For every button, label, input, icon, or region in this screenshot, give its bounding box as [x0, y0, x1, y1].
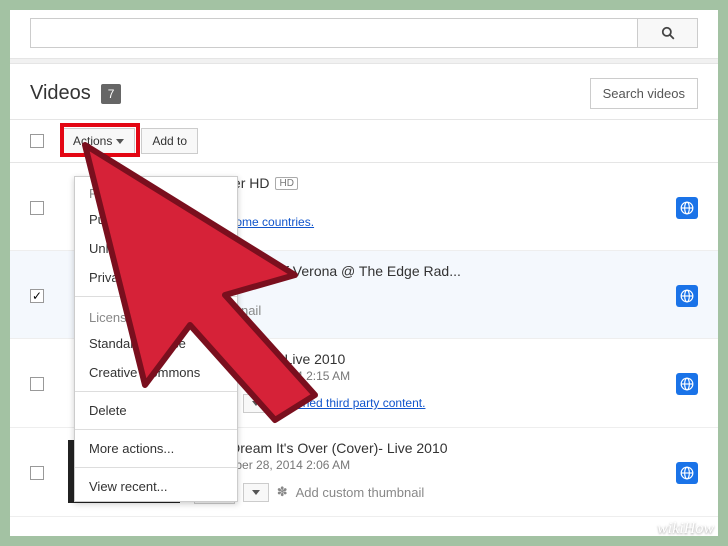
page-title: Videos: [30, 82, 91, 105]
menu-header-privacy: Privacy: [75, 177, 237, 205]
search-input[interactable]: [31, 19, 637, 47]
divider: [10, 58, 718, 64]
search-button[interactable]: [637, 19, 697, 47]
caret-down-icon: [116, 139, 124, 144]
menu-header-license: License: [75, 301, 237, 329]
menu-item-delete[interactable]: Delete: [75, 396, 237, 425]
video-date: September 28, 2014 2:06 AM: [194, 458, 676, 472]
search-icon: [661, 26, 675, 40]
globe-icon: [680, 466, 694, 480]
matched-link[interactable]: Matched third party content.: [277, 396, 426, 410]
menu-item-view-recent[interactable]: View recent...: [75, 472, 237, 501]
visibility-button[interactable]: [676, 373, 698, 395]
visibility-button[interactable]: [676, 462, 698, 484]
actions-menu: Privacy Public Unlisted Private License …: [74, 176, 238, 502]
add-to-button[interactable]: Add to: [141, 128, 198, 154]
menu-item-more-actions[interactable]: More actions...: [75, 434, 237, 463]
row-checkbox[interactable]: ✓: [30, 289, 44, 303]
menu-item-public[interactable]: Public: [75, 205, 237, 234]
visibility-button[interactable]: [676, 197, 698, 219]
edit-dropdown[interactable]: [243, 394, 269, 413]
menu-item-standard-license[interactable]: Standard license: [75, 329, 237, 358]
caret-down-icon: [252, 401, 260, 406]
edit-dropdown[interactable]: [243, 483, 269, 502]
search-videos-button[interactable]: Search videos: [590, 78, 698, 109]
globe-icon: [680, 289, 694, 303]
row-checkbox[interactable]: [30, 466, 44, 480]
caret-down-icon: [252, 490, 260, 495]
globe-icon: [680, 377, 694, 391]
menu-separator: [75, 391, 237, 392]
top-search-bar: [30, 18, 698, 48]
video-date: AM: [194, 281, 676, 295]
watermark: wikiHow: [657, 520, 714, 538]
actions-button[interactable]: Actions: [62, 128, 135, 154]
menu-separator: [75, 467, 237, 468]
menu-separator: [75, 429, 237, 430]
actions-label: Actions: [73, 134, 112, 148]
select-all-checkbox[interactable]: [30, 134, 44, 148]
video-date: September 28, 2014 2:15 AM: [194, 369, 676, 383]
spark-icon: ✽: [277, 484, 288, 500]
video-date: M: [194, 193, 676, 207]
menu-item-creative-commons[interactable]: Creative Commons: [75, 358, 237, 387]
toolbar: Actions Add to: [10, 119, 718, 163]
menu-item-private[interactable]: Private: [75, 263, 237, 292]
hd-badge: HD: [275, 177, 297, 190]
menu-separator: [75, 296, 237, 297]
menu-item-unlisted[interactable]: Unlisted: [75, 234, 237, 263]
row-checkbox[interactable]: [30, 377, 44, 391]
video-count-badge: 7: [101, 84, 122, 104]
row-checkbox[interactable]: [30, 201, 44, 215]
globe-icon: [680, 201, 694, 215]
title-bar: Videos 7 Search videos: [30, 78, 698, 109]
add-thumb-link[interactable]: Add custom thumbnail: [296, 485, 425, 500]
visibility-button[interactable]: [676, 285, 698, 307]
